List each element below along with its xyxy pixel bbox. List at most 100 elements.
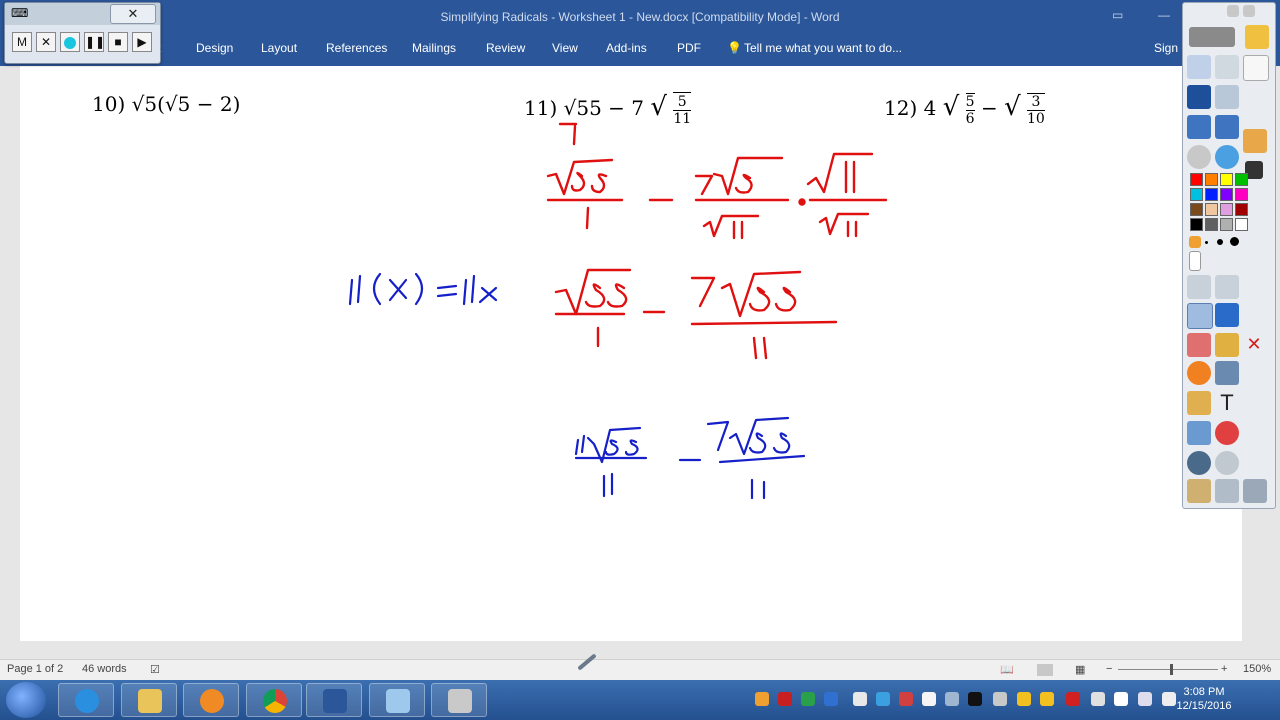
ruler-icon[interactable]	[1243, 479, 1267, 503]
tab-view[interactable]: View	[552, 41, 578, 55]
page-count[interactable]: Page 1 of 2	[7, 663, 63, 675]
marker-icon[interactable]	[1215, 303, 1239, 327]
magic-ink-icon[interactable]	[1187, 421, 1211, 445]
color-orange[interactable]	[1205, 173, 1218, 186]
tab-design[interactable]: Design	[196, 41, 233, 55]
annotation-tool-icon[interactable]	[431, 683, 487, 717]
tray-icon-1[interactable]	[755, 692, 769, 706]
recorder-pause-button[interactable]: ❚❚	[84, 32, 105, 52]
read-mode-icon[interactable]: 📖	[1000, 663, 1014, 676]
zoom-slider[interactable]	[1118, 669, 1218, 670]
internet-explorer-icon[interactable]	[58, 683, 114, 717]
fill-icon[interactable]	[1215, 333, 1239, 357]
print-layout-icon[interactable]	[1037, 664, 1053, 676]
pen-size-small[interactable]	[1205, 241, 1208, 244]
play-icon[interactable]	[1187, 145, 1211, 169]
tray-icon-6[interactable]	[876, 692, 890, 706]
tray-icon-2[interactable]	[778, 692, 792, 706]
color-pink[interactable]	[1220, 203, 1233, 216]
tray-icon-4[interactable]	[824, 692, 838, 706]
chrome-icon[interactable]	[246, 683, 302, 717]
color-light-gray[interactable]	[1220, 218, 1233, 231]
previous-page-icon[interactable]	[1187, 115, 1211, 139]
custom-color-icon[interactable]	[1189, 236, 1201, 248]
web-browser-icon[interactable]	[1215, 145, 1239, 169]
word-icon[interactable]	[306, 683, 362, 717]
zoom-in-icon[interactable]: +	[1221, 663, 1227, 675]
photo-viewer-icon[interactable]	[369, 683, 425, 717]
windows-start-icon[interactable]	[6, 682, 46, 718]
tray-icon-12[interactable]	[1017, 692, 1031, 706]
pen-tools-icon[interactable]	[1245, 25, 1269, 49]
ribbon-display-options-icon[interactable]: ▭	[1112, 8, 1123, 22]
document-page[interactable]: 10) √5(√5 − 2) 11) √55 − 7 √ 5 11 12) 4 …	[20, 66, 1242, 641]
recorder-title-bar[interactable]: ⌨ ✕	[5, 3, 160, 25]
undo-icon[interactable]	[1187, 451, 1211, 475]
tray-icon-9[interactable]	[945, 692, 959, 706]
zoom-level[interactable]: 150%	[1243, 663, 1271, 675]
palette-minimize-icon[interactable]	[1227, 5, 1239, 17]
tab-pdf[interactable]: PDF	[677, 41, 701, 55]
line-tool-icon[interactable]	[1215, 361, 1239, 385]
file-explorer-icon[interactable]	[121, 683, 177, 717]
color-tan[interactable]	[1205, 203, 1218, 216]
tray-icon-11[interactable]	[993, 692, 1007, 706]
tab-mailings[interactable]: Mailings	[412, 41, 456, 55]
handwriting-icon[interactable]	[1187, 85, 1211, 109]
zoom-out-icon[interactable]: −	[1106, 663, 1112, 675]
media-player-icon[interactable]	[183, 683, 239, 717]
tray-icon-7[interactable]	[899, 692, 913, 706]
pen-icon[interactable]	[1187, 303, 1213, 329]
color-blue[interactable]	[1205, 188, 1218, 201]
select-pointer-icon[interactable]	[1187, 275, 1211, 299]
word-count[interactable]: 46 words	[82, 663, 127, 675]
clock[interactable]: 3:08 PM 12/15/2016	[1164, 685, 1244, 713]
pen-size-large[interactable]	[1230, 237, 1239, 246]
highlighter-icon[interactable]	[1243, 129, 1267, 153]
redo-icon[interactable]	[1215, 451, 1239, 475]
color-black[interactable]	[1190, 218, 1203, 231]
color-dark-gray[interactable]	[1205, 218, 1218, 231]
tab-add-ins[interactable]: Add-ins	[606, 41, 647, 55]
camera-icon[interactable]	[1187, 391, 1211, 415]
minimize-icon[interactable]: —	[1158, 8, 1170, 22]
share-icon[interactable]	[1189, 27, 1235, 47]
clear-icon[interactable]: ✕	[1245, 335, 1263, 353]
color-dark-red[interactable]	[1235, 203, 1248, 216]
tray-icon-14[interactable]	[1066, 692, 1080, 706]
tray-icon-15[interactable]	[1091, 692, 1105, 706]
pen-size-medium[interactable]	[1217, 239, 1223, 245]
color-red[interactable]	[1190, 173, 1203, 186]
tray-icon-10[interactable]	[968, 692, 982, 706]
color-white[interactable]	[1235, 218, 1248, 231]
color-brown[interactable]	[1190, 203, 1203, 216]
page-sorter-icon[interactable]	[1187, 55, 1211, 79]
recorder-play-button[interactable]: ▶	[132, 32, 152, 52]
tools-icon[interactable]	[1215, 275, 1239, 299]
zoom-slider-thumb[interactable]	[1170, 664, 1173, 675]
capture-icon[interactable]	[1215, 479, 1239, 503]
grid-icon[interactable]	[1187, 479, 1211, 503]
web-layout-icon[interactable]: ▦	[1075, 663, 1085, 676]
gallery-icon[interactable]	[1215, 55, 1239, 79]
tray-icon-3[interactable]	[801, 692, 815, 706]
color-yellow[interactable]	[1220, 173, 1233, 186]
eraser-icon[interactable]	[1187, 333, 1211, 357]
tab-layout[interactable]: Layout	[261, 41, 297, 55]
color-cyan[interactable]	[1190, 188, 1203, 201]
tray-icon-5[interactable]	[853, 692, 867, 706]
tray-icon-8[interactable]	[922, 692, 936, 706]
tell-me-search[interactable]: Tell me what you want to do...	[744, 41, 902, 55]
sign-in-link[interactable]: Sign	[1154, 41, 1178, 55]
transparency-slider[interactable]	[1189, 251, 1201, 271]
action-center-icon[interactable]	[1114, 692, 1128, 706]
recorder-close-button[interactable]: ✕	[110, 4, 156, 24]
color-green[interactable]	[1235, 173, 1248, 186]
tab-references[interactable]: References	[326, 41, 387, 55]
shapes-icon[interactable]	[1187, 361, 1211, 385]
network-icon[interactable]	[1138, 692, 1152, 706]
recorder-stop-button[interactable]: ■	[108, 32, 128, 52]
recorder-webcam-button[interactable]	[60, 32, 80, 52]
new-page-icon[interactable]	[1243, 55, 1269, 81]
screen-shade-icon[interactable]	[1215, 85, 1239, 109]
